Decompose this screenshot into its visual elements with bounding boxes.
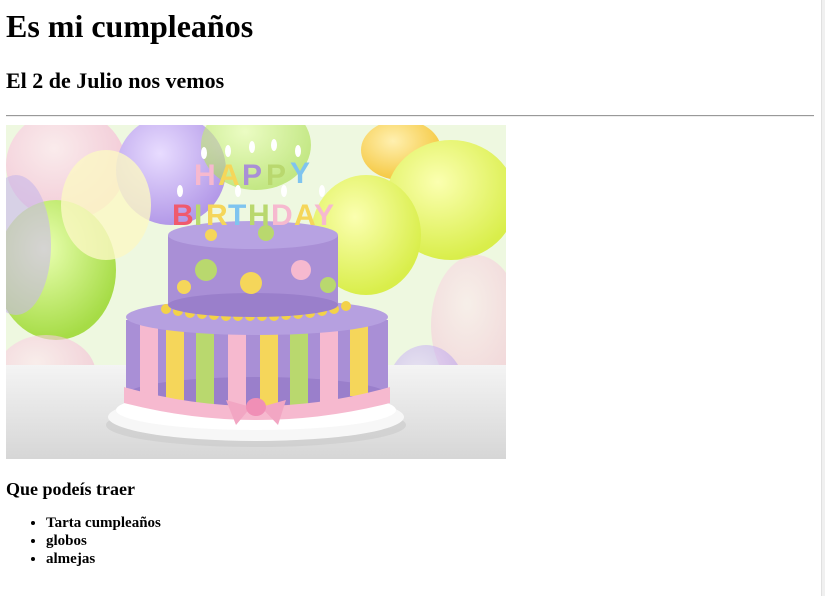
page-subtitle: El 2 de Julio nos vemos (6, 68, 225, 93)
list-item: almejas (46, 550, 814, 568)
svg-text:B: B (172, 199, 194, 232)
birthday-cake-illustration: H A P P Y B I R T H D A Y (6, 125, 506, 459)
bring-heading: Que podeís traer (6, 479, 135, 499)
svg-text:P: P (242, 159, 262, 192)
svg-text:H: H (194, 159, 216, 192)
svg-text:A: A (294, 199, 316, 232)
bring-list: Tarta cumpleaños globos almejas (6, 514, 814, 568)
svg-text:R: R (206, 199, 228, 232)
svg-text:I: I (194, 199, 202, 232)
list-item: Tarta cumpleaños (46, 514, 814, 532)
svg-text:T: T (228, 199, 246, 232)
page-content: Es mi cumpleaños El 2 de Julio nos vemos (6, 0, 814, 568)
svg-text:D: D (271, 199, 293, 232)
svg-text:Y: Y (290, 157, 310, 190)
page: Es mi cumpleaños El 2 de Julio nos vemos (0, 0, 825, 596)
horizontal-rule (6, 115, 814, 117)
svg-text:Y: Y (314, 199, 334, 232)
birthday-cake-photo: H A P P Y B I R T H D A Y (6, 125, 506, 459)
list-item: globos (46, 532, 814, 550)
svg-text:H: H (248, 199, 270, 232)
page-title: Es mi cumpleaños (6, 8, 254, 44)
scrollbar[interactable] (821, 0, 825, 596)
